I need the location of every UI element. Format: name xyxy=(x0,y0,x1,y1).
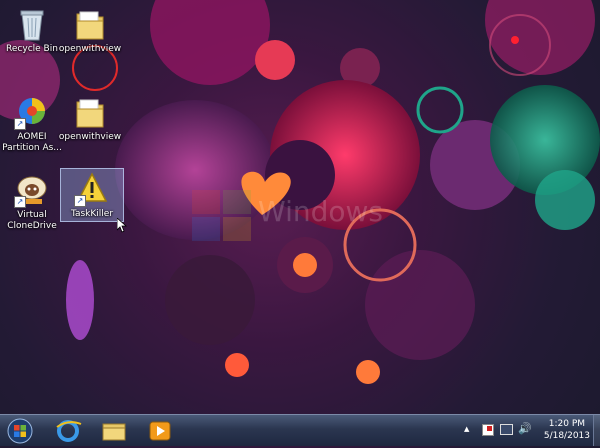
shortcut-arrow-icon: ↗ xyxy=(14,196,26,208)
desktop-icon-label: Virtual CloneDrive xyxy=(7,210,57,231)
taskbar: ▲ 🔊 1:20 PM 5/18/2013 xyxy=(0,414,600,446)
desktop-icon-label: openwithview xyxy=(58,132,122,142)
internet-explorer-icon xyxy=(56,420,82,442)
volume-icon[interactable]: 🔊 xyxy=(518,422,532,435)
shortcut-arrow-icon: ↗ xyxy=(74,195,86,207)
system-tray: ▲ 🔊 1:20 PM 5/18/2013 xyxy=(450,415,600,446)
desktop-icon-openwithview-1[interactable]: openwithview xyxy=(58,4,122,80)
desktop-icon-label: Recycle Bin xyxy=(6,44,58,54)
desktop-icon-virtual-clonedrive[interactable]: ↗ Virtual CloneDrive xyxy=(0,170,64,246)
desktop-icon-taskkiller[interactable]: ↗ TaskKiller xyxy=(60,168,124,222)
taskbar-internet-explorer[interactable] xyxy=(48,417,88,444)
desktop-icon-label: AOMEI Partition As... xyxy=(2,132,62,153)
windows-watermark: Windows xyxy=(258,195,383,228)
desktop-icon-aomei-partition[interactable]: ↗ AOMEI Partition As... xyxy=(0,92,64,168)
clock[interactable]: 1:20 PM 5/18/2013 xyxy=(544,418,590,442)
desktop-icon-recycle-bin[interactable]: Recycle Bin xyxy=(0,4,64,80)
start-orb-icon xyxy=(7,418,33,444)
show-desktop-button[interactable] xyxy=(593,415,600,446)
sheep-icon: ↗ xyxy=(14,172,48,208)
clock-time: 1:20 PM xyxy=(548,419,586,429)
taskbar-media-player[interactable] xyxy=(140,417,180,444)
folder-icon xyxy=(74,6,106,42)
network-icon[interactable] xyxy=(500,424,513,435)
desktop-icon-label: TaskKiller xyxy=(70,209,114,219)
mouse-cursor-icon xyxy=(116,217,128,233)
warning-icon: ↗ xyxy=(74,171,108,207)
explorer-folder-icon xyxy=(102,423,126,441)
desktop-icon-label: openwithview xyxy=(58,44,122,54)
start-button[interactable] xyxy=(2,417,38,444)
show-hidden-icons-button[interactable]: ▲ xyxy=(464,425,469,433)
clock-date: 5/18/2013 xyxy=(543,431,590,441)
action-center-flag-icon[interactable] xyxy=(482,424,494,436)
media-player-icon xyxy=(149,421,171,441)
desktop-icon-openwithview-2[interactable]: openwithview xyxy=(58,92,122,168)
shortcut-arrow-icon: ↗ xyxy=(14,118,26,130)
taskbar-windows-explorer[interactable] xyxy=(94,417,134,444)
aomei-partition-icon: ↗ xyxy=(14,94,48,130)
folder-icon xyxy=(74,94,106,130)
recycle-bin-icon xyxy=(16,6,48,42)
